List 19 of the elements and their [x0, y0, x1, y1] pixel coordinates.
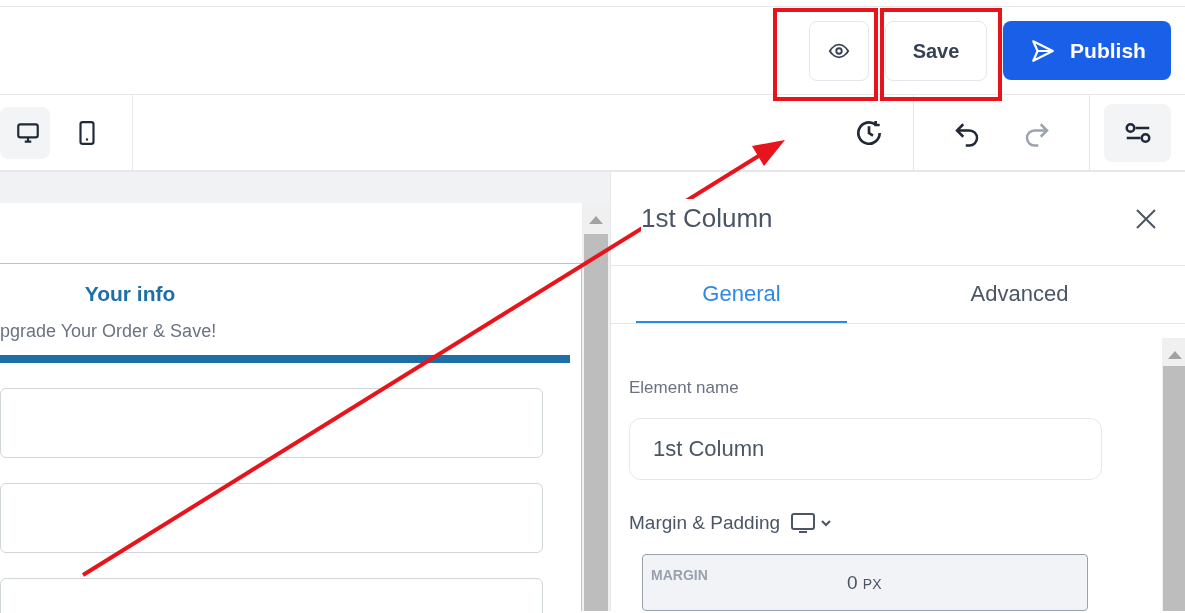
scroll-up-icon: [589, 215, 603, 225]
form-field[interactable]: [0, 482, 543, 553]
publish-button[interactable]: Publish: [1003, 21, 1171, 80]
scroll-up-icon: [1168, 350, 1182, 360]
margin-label: MARGIN: [651, 566, 709, 586]
close-icon[interactable]: [1134, 206, 1158, 231]
section-subheading: pgrade Your Order & Save!: [0, 319, 217, 343]
panel-tab[interactable]: Advanced: [847, 266, 1185, 323]
settings-button[interactable]: [1104, 103, 1171, 162]
preview-button[interactable]: [809, 20, 869, 81]
section-heading: Your info: [84, 281, 176, 307]
panel-tab[interactable]: General: [636, 266, 847, 323]
form-field[interactable]: [0, 387, 543, 458]
save-button[interactable]: Save: [885, 20, 987, 81]
margin-value[interactable]: 0 PX: [847, 569, 882, 598]
field-label: Element name: [629, 377, 740, 399]
section-label: Margin & Padding: [629, 510, 781, 535]
desktop-view-button[interactable]: [0, 106, 50, 159]
element-name-input[interactable]: 1st Column: [629, 417, 1102, 480]
